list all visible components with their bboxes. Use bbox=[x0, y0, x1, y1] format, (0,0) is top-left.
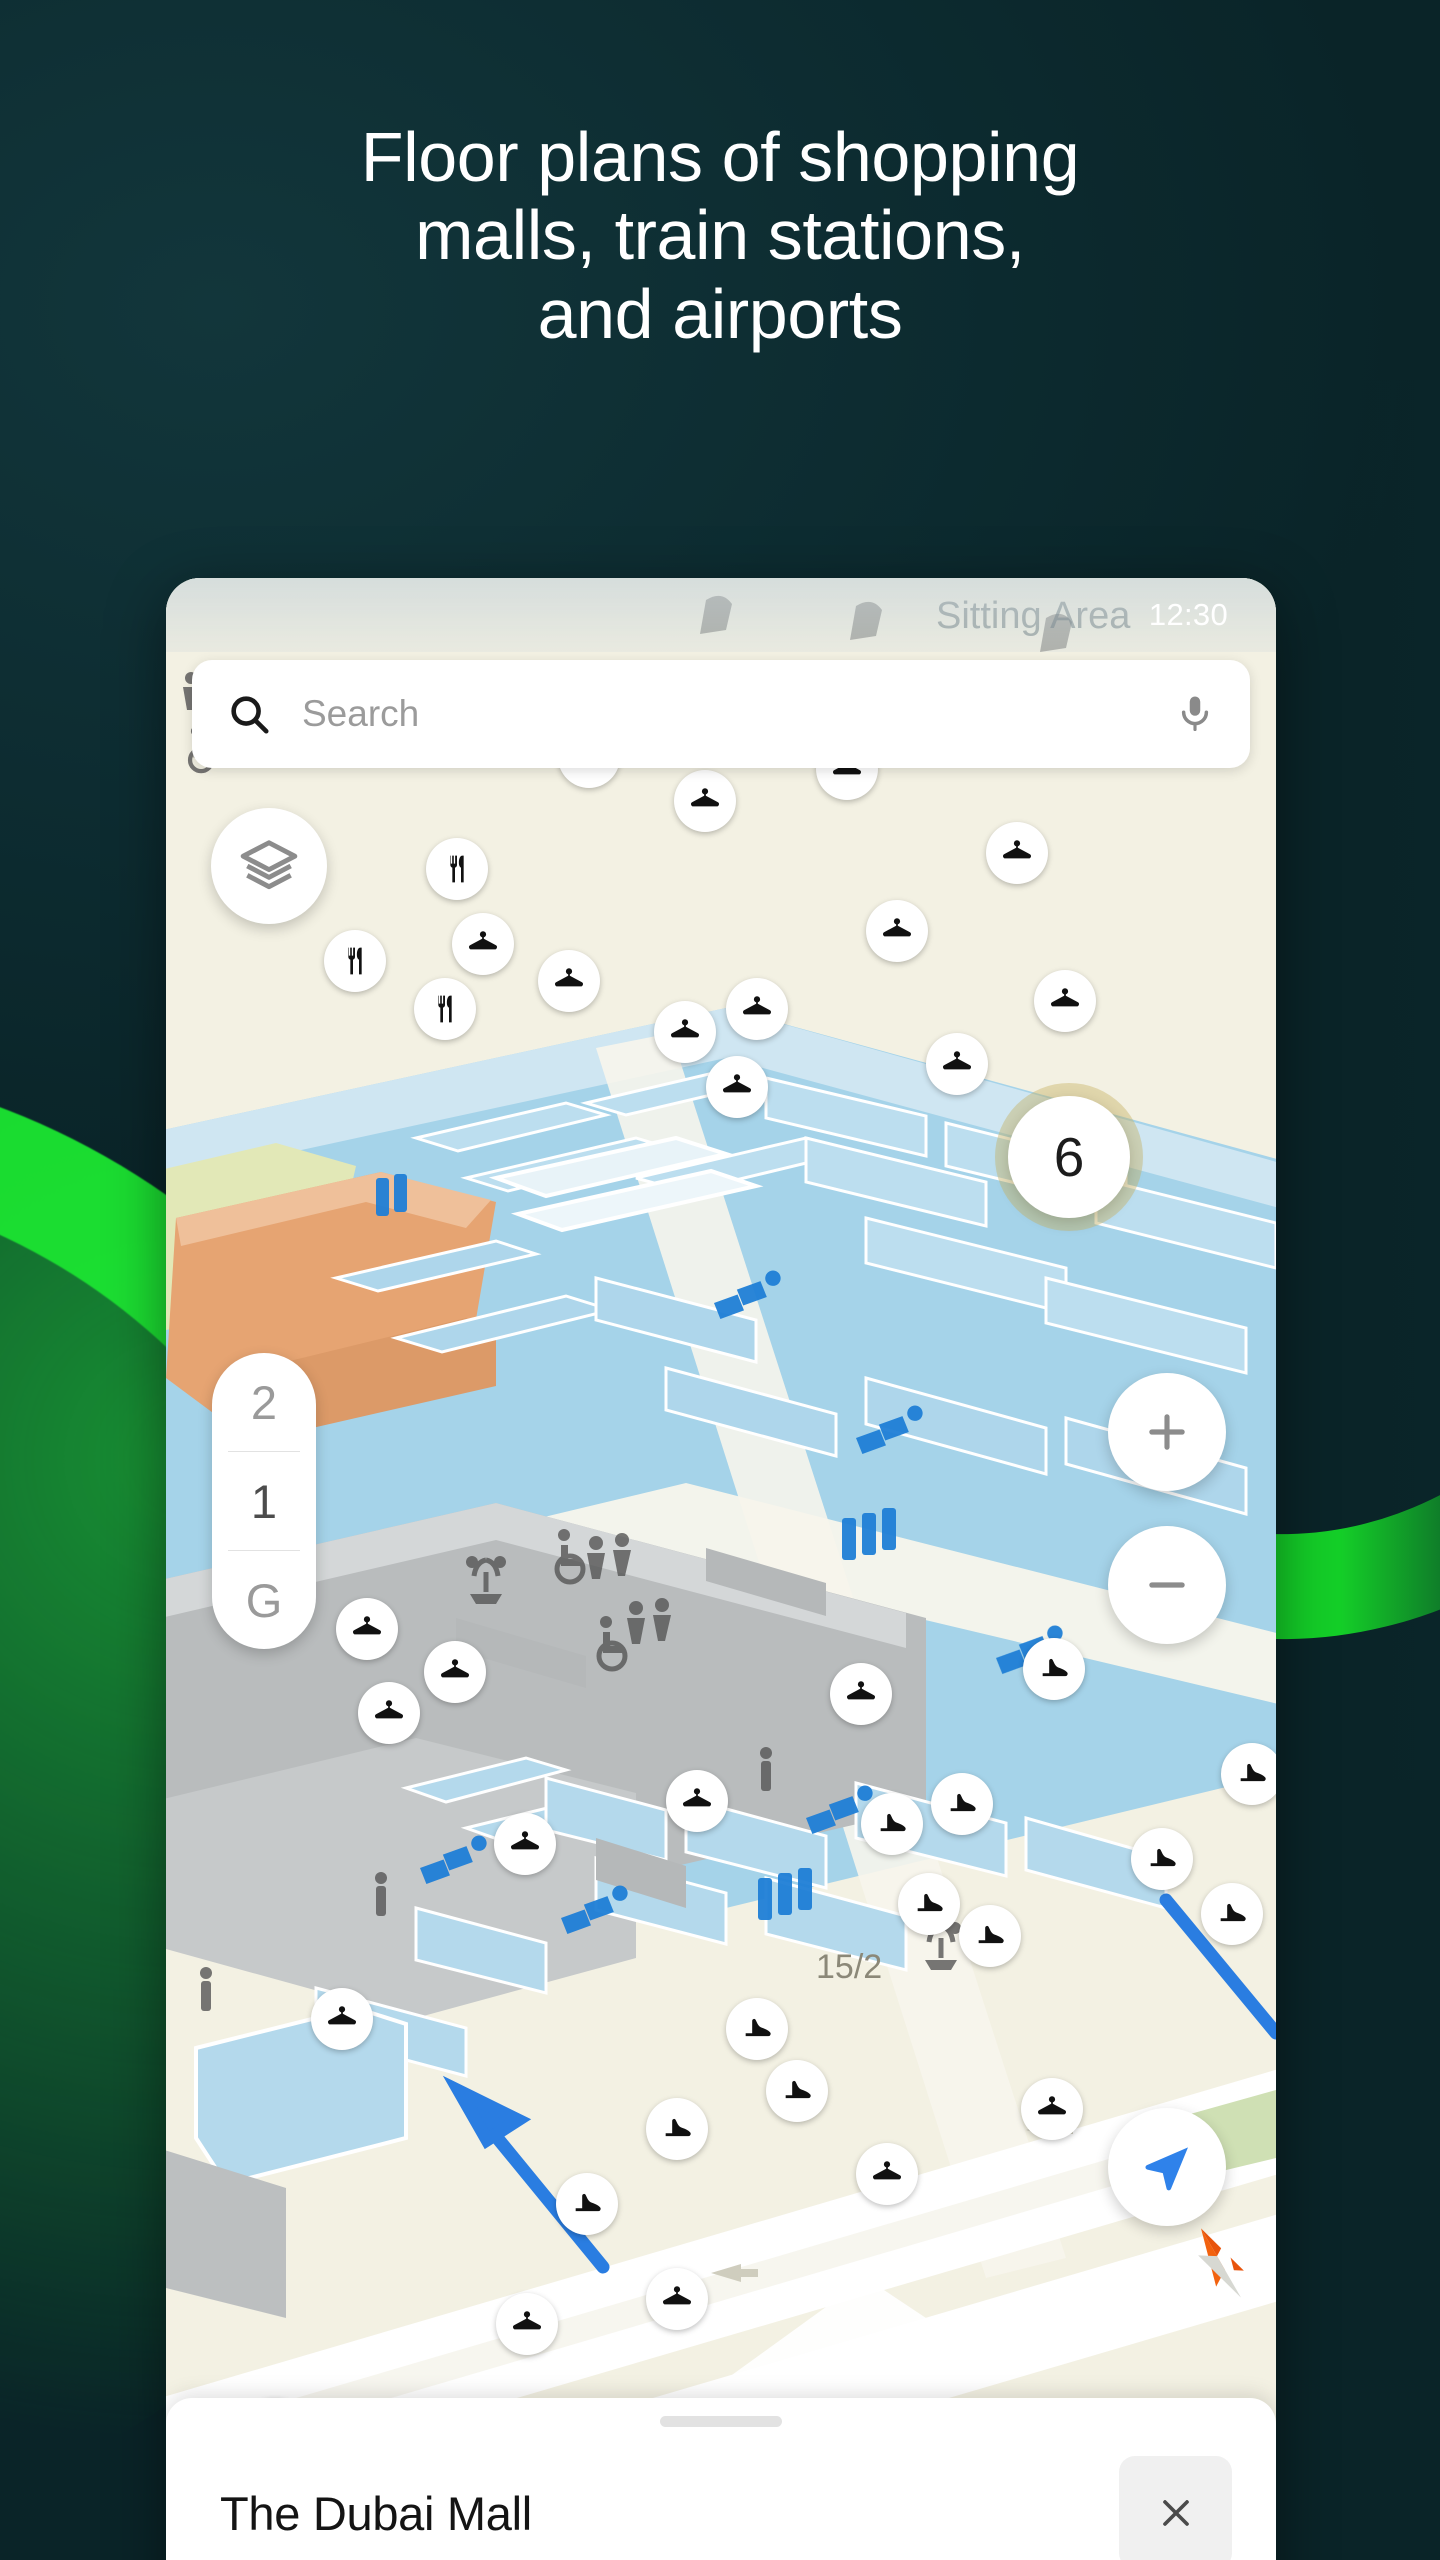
floor-option-1[interactable]: 1 bbox=[212, 1452, 316, 1550]
poi-clothing-hanger-icon[interactable] bbox=[452, 913, 514, 975]
layers-icon bbox=[238, 835, 300, 897]
map-street-label: 15/2 bbox=[816, 1948, 882, 1986]
promo-headline: Floor plans of shopping malls, train sta… bbox=[360, 118, 1080, 353]
poi-clothing-hanger-icon[interactable] bbox=[986, 822, 1048, 884]
poi-restaurant-icon[interactable] bbox=[426, 838, 488, 900]
microphone-icon[interactable] bbox=[1174, 693, 1216, 735]
poi-shoe-icon[interactable] bbox=[861, 1793, 923, 1855]
poi-shoe-icon[interactable] bbox=[1221, 1743, 1276, 1805]
arc-mask bbox=[1340, 380, 1440, 1780]
close-button[interactable] bbox=[1119, 2456, 1232, 2560]
floor-switcher[interactable]: 2 1 G bbox=[212, 1353, 316, 1649]
search-input[interactable]: Search bbox=[302, 693, 1174, 735]
floor-option-2[interactable]: 2 bbox=[212, 1353, 316, 1451]
phone-mockup: Sitting Area 15/2 bbox=[166, 578, 1276, 2560]
poi-shoe-icon[interactable] bbox=[726, 1998, 788, 2060]
minus-icon bbox=[1139, 1557, 1195, 1613]
search-bar[interactable]: Search bbox=[192, 660, 1250, 768]
poi-clothing-hanger-icon[interactable] bbox=[866, 900, 928, 962]
poi-clothing-hanger-icon[interactable] bbox=[830, 1663, 892, 1725]
poi-clothing-hanger-icon[interactable] bbox=[666, 1770, 728, 1832]
poi-shoe-icon[interactable] bbox=[1023, 1638, 1085, 1700]
locate-me-button[interactable] bbox=[1108, 2108, 1226, 2226]
poi-shoe-icon[interactable] bbox=[931, 1773, 993, 1835]
sheet-drag-handle[interactable] bbox=[660, 2416, 782, 2427]
bottom-sheet[interactable]: The Dubai Mall bbox=[166, 2398, 1276, 2560]
poi-clothing-hanger-icon[interactable] bbox=[654, 1001, 716, 1063]
place-title: The Dubai Mall bbox=[220, 2487, 532, 2540]
navigation-arrow-icon bbox=[1139, 2139, 1195, 2195]
poi-clothing-hanger-icon[interactable] bbox=[1034, 970, 1096, 1032]
poi-clothing-hanger-icon[interactable] bbox=[726, 978, 788, 1040]
poi-clothing-hanger-icon[interactable] bbox=[358, 1682, 420, 1744]
poi-clothing-hanger-icon[interactable] bbox=[674, 770, 736, 832]
poi-clothing-hanger-icon[interactable] bbox=[496, 2293, 558, 2355]
poi-clothing-hanger-icon[interactable] bbox=[646, 2268, 708, 2330]
poi-cluster-badge[interactable]: 6 bbox=[1008, 1096, 1130, 1218]
status-bar: 12:30 bbox=[166, 578, 1276, 652]
poi-shoe-icon[interactable] bbox=[1201, 1883, 1263, 1945]
poi-clothing-hanger-icon[interactable] bbox=[424, 1641, 486, 1703]
close-icon bbox=[1154, 2491, 1198, 2535]
poi-shoe-icon[interactable] bbox=[1131, 1828, 1193, 1890]
search-icon bbox=[226, 691, 272, 737]
poi-clothing-hanger-icon[interactable] bbox=[336, 1598, 398, 1660]
zoom-out-button[interactable] bbox=[1108, 1526, 1226, 1644]
poi-restaurant-icon[interactable] bbox=[414, 978, 476, 1040]
poi-clothing-hanger-icon[interactable] bbox=[856, 2143, 918, 2205]
poi-clothing-hanger-icon[interactable] bbox=[926, 1033, 988, 1095]
plus-icon bbox=[1139, 1404, 1195, 1460]
poi-shoe-icon[interactable] bbox=[766, 2060, 828, 2122]
layers-button[interactable] bbox=[211, 808, 327, 924]
zoom-in-button[interactable] bbox=[1108, 1373, 1226, 1491]
poi-clothing-hanger-icon[interactable] bbox=[706, 1056, 768, 1118]
poi-shoe-icon[interactable] bbox=[646, 2098, 708, 2160]
poi-shoe-icon[interactable] bbox=[898, 1873, 960, 1935]
poi-shoe-icon[interactable] bbox=[959, 1905, 1021, 1967]
poi-clothing-hanger-icon[interactable] bbox=[494, 1813, 556, 1875]
poi-clothing-hanger-icon[interactable] bbox=[1021, 2078, 1083, 2140]
poi-clothing-hanger-icon[interactable] bbox=[538, 950, 600, 1012]
poi-shoe-icon[interactable] bbox=[556, 2173, 618, 2235]
poi-restaurant-icon[interactable] bbox=[324, 930, 386, 992]
poi-clothing-hanger-icon[interactable] bbox=[311, 1988, 373, 2050]
map-canvas[interactable]: Sitting Area 15/2 bbox=[166, 578, 1276, 2560]
status-clock: 12:30 bbox=[1148, 597, 1228, 632]
